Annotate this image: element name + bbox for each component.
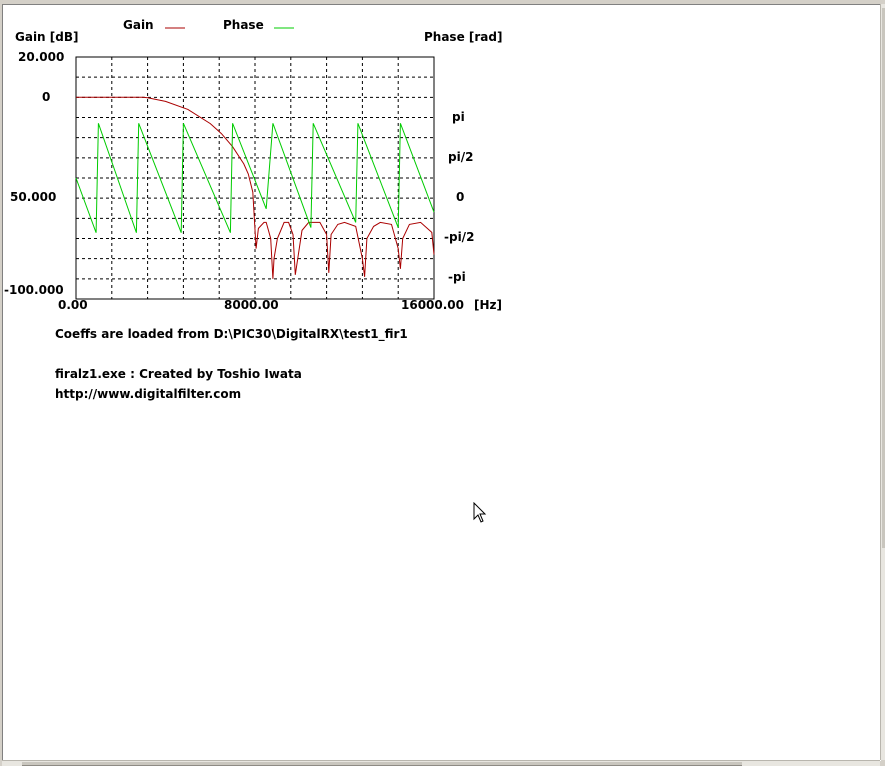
gain-tick-top: 20.000 <box>18 50 64 64</box>
gain-axis-label: Gain [dB] <box>15 30 79 44</box>
horizontal-scrollbar[interactable] <box>2 760 880 766</box>
legend-phase-label: Phase <box>223 18 264 32</box>
plot-canvas: Gain Phase Gain [dB] Phase [rad] 20.000 … <box>2 4 881 761</box>
horizontal-scroll-thumb[interactable] <box>22 762 742 766</box>
gain-tick-bottom: -100.000 <box>4 283 64 297</box>
website-link[interactable]: http://www.digitalfilter.com <box>55 387 241 401</box>
freq-tick-end: 16000.00 <box>401 298 464 312</box>
freq-tick-mid: 8000.00 <box>224 298 279 312</box>
phase-tick-half-pi: pi/2 <box>448 150 473 164</box>
app-window: Gain Phase Gain [dB] Phase [rad] 20.000 … <box>0 0 885 766</box>
coeffs-source-text: Coeffs are loaded from D:\PIC30\DigitalR… <box>55 327 408 341</box>
freq-tick-start: 0.00 <box>58 298 88 312</box>
credits-text: firalz1.exe : Created by Toshio Iwata <box>55 367 302 381</box>
gain-tick-mid: 50.000 <box>10 190 56 204</box>
phase-tick-neg-half-pi: -pi/2 <box>444 230 474 244</box>
freq-unit-label: [Hz] <box>474 298 502 312</box>
frequency-response-plot: Gain Phase Gain [dB] Phase [rad] 20.000 … <box>4 18 502 312</box>
gain-tick-zero: 0 <box>42 90 50 104</box>
phase-tick-pi: pi <box>452 110 465 124</box>
phase-tick-neg-pi: -pi <box>448 270 466 284</box>
vertical-scrollbar[interactable] <box>880 4 885 760</box>
legend-gain-label: Gain <box>123 18 154 32</box>
phase-axis-label: Phase [rad] <box>424 30 502 44</box>
phase-tick-zero: 0 <box>456 190 464 204</box>
plot-grid <box>76 57 434 299</box>
